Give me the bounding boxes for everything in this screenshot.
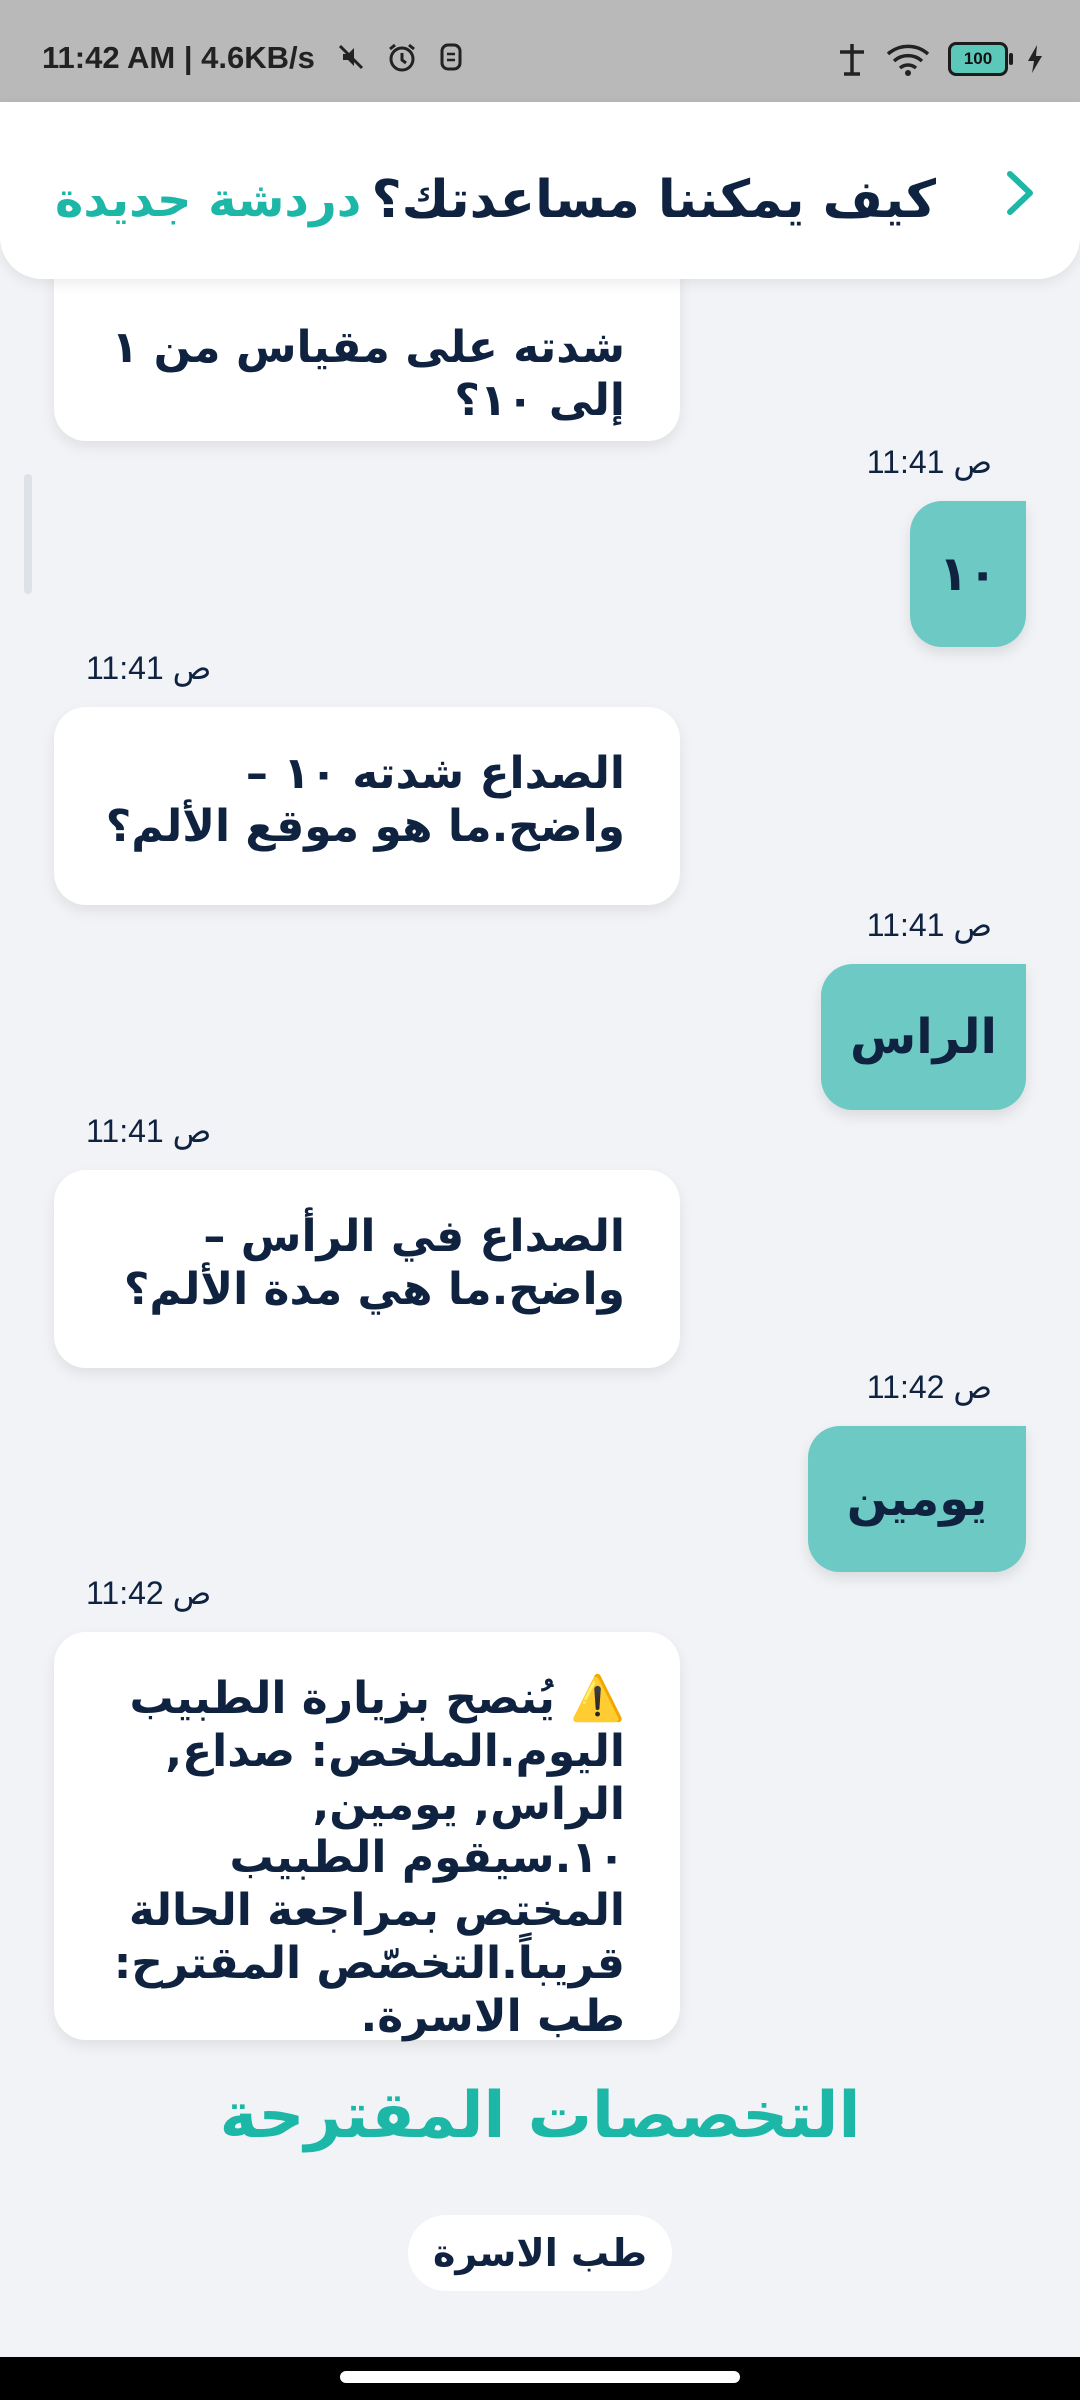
suggested-specialties-title: التخصصات المقترحة bbox=[219, 2079, 861, 2153]
app-notification-icon bbox=[438, 42, 464, 74]
bot-message: الصداع في الرأس – واضح.ما هي مدة الألم؟ bbox=[54, 1170, 680, 1368]
wifi-icon bbox=[886, 42, 930, 76]
system-nav-bar bbox=[0, 2357, 1080, 2400]
scrollbar[interactable] bbox=[24, 474, 32, 594]
charging-icon bbox=[1026, 44, 1044, 74]
bot-message-text: شدته على مقياس من ١ إلى ١٠؟ bbox=[111, 322, 625, 426]
user-message: ١٠ bbox=[910, 501, 1026, 647]
page-title: كيف يمكننا مساعدتك؟ bbox=[371, 170, 936, 230]
message-time: 11:41 ص bbox=[86, 650, 212, 686]
bot-message-text: الصداع شدته ١٠ – واضح.ما هو موقع الألم؟ bbox=[105, 748, 625, 852]
status-right-icons: 100 bbox=[836, 42, 1044, 76]
back-button[interactable] bbox=[1000, 168, 1040, 218]
user-message-text: ١٠ bbox=[938, 546, 998, 602]
user-message: الراس bbox=[821, 964, 1026, 1110]
home-gesture-handle[interactable] bbox=[340, 2371, 740, 2383]
user-message-text: الراس bbox=[849, 1009, 998, 1065]
message-time: 11:41 ص bbox=[866, 907, 992, 943]
chat-area[interactable]: شدته على مقياس من ١ إلى ١٠؟ 11:41 ص ١٠ 1… bbox=[0, 279, 1080, 2357]
message-time: 11:41 ص bbox=[866, 444, 992, 480]
chevron-right-icon bbox=[1007, 171, 1033, 215]
status-time: 11:42 AM | 4.6KB/s bbox=[42, 40, 315, 75]
status-left-icons bbox=[336, 42, 464, 74]
user-message: يومين bbox=[808, 1426, 1026, 1572]
user-message-text: يومين bbox=[846, 1471, 988, 1527]
battery-indicator: 100 bbox=[948, 42, 1013, 76]
message-time: 11:42 ص bbox=[866, 1369, 992, 1405]
mute-icon bbox=[336, 42, 366, 74]
bot-message: شدته على مقياس من ١ إلى ١٠؟ bbox=[54, 279, 680, 441]
status-bar: 11:42 AM | 4.6KB/s 100 bbox=[0, 0, 1080, 102]
bot-message-text: الصداع في الرأس – واضح.ما هي مدة الألم؟ bbox=[123, 1211, 625, 1315]
message-time: 11:42 ص bbox=[86, 1575, 212, 1611]
bot-message: ⚠️ يُنصح بزيارة الطبيب اليوم.الملخص: صدا… bbox=[54, 1632, 680, 2042]
chat-header: كيف يمكننا مساعدتك؟ دردشة جديدة bbox=[0, 102, 1080, 279]
bot-message: الصداع شدته ١٠ – واضح.ما هو موقع الألم؟ bbox=[54, 707, 680, 905]
alarm-icon bbox=[386, 42, 418, 74]
new-chat-button[interactable]: دردشة جديدة bbox=[55, 172, 361, 228]
specialty-chip-family-medicine[interactable]: طب الاسرة bbox=[408, 2215, 672, 2291]
message-time: 11:41 ص bbox=[86, 1113, 212, 1149]
bot-message-text: ⚠️ يُنصح بزيارة الطبيب اليوم.الملخص: صدا… bbox=[113, 1673, 625, 2042]
signal-icon bbox=[836, 42, 868, 76]
